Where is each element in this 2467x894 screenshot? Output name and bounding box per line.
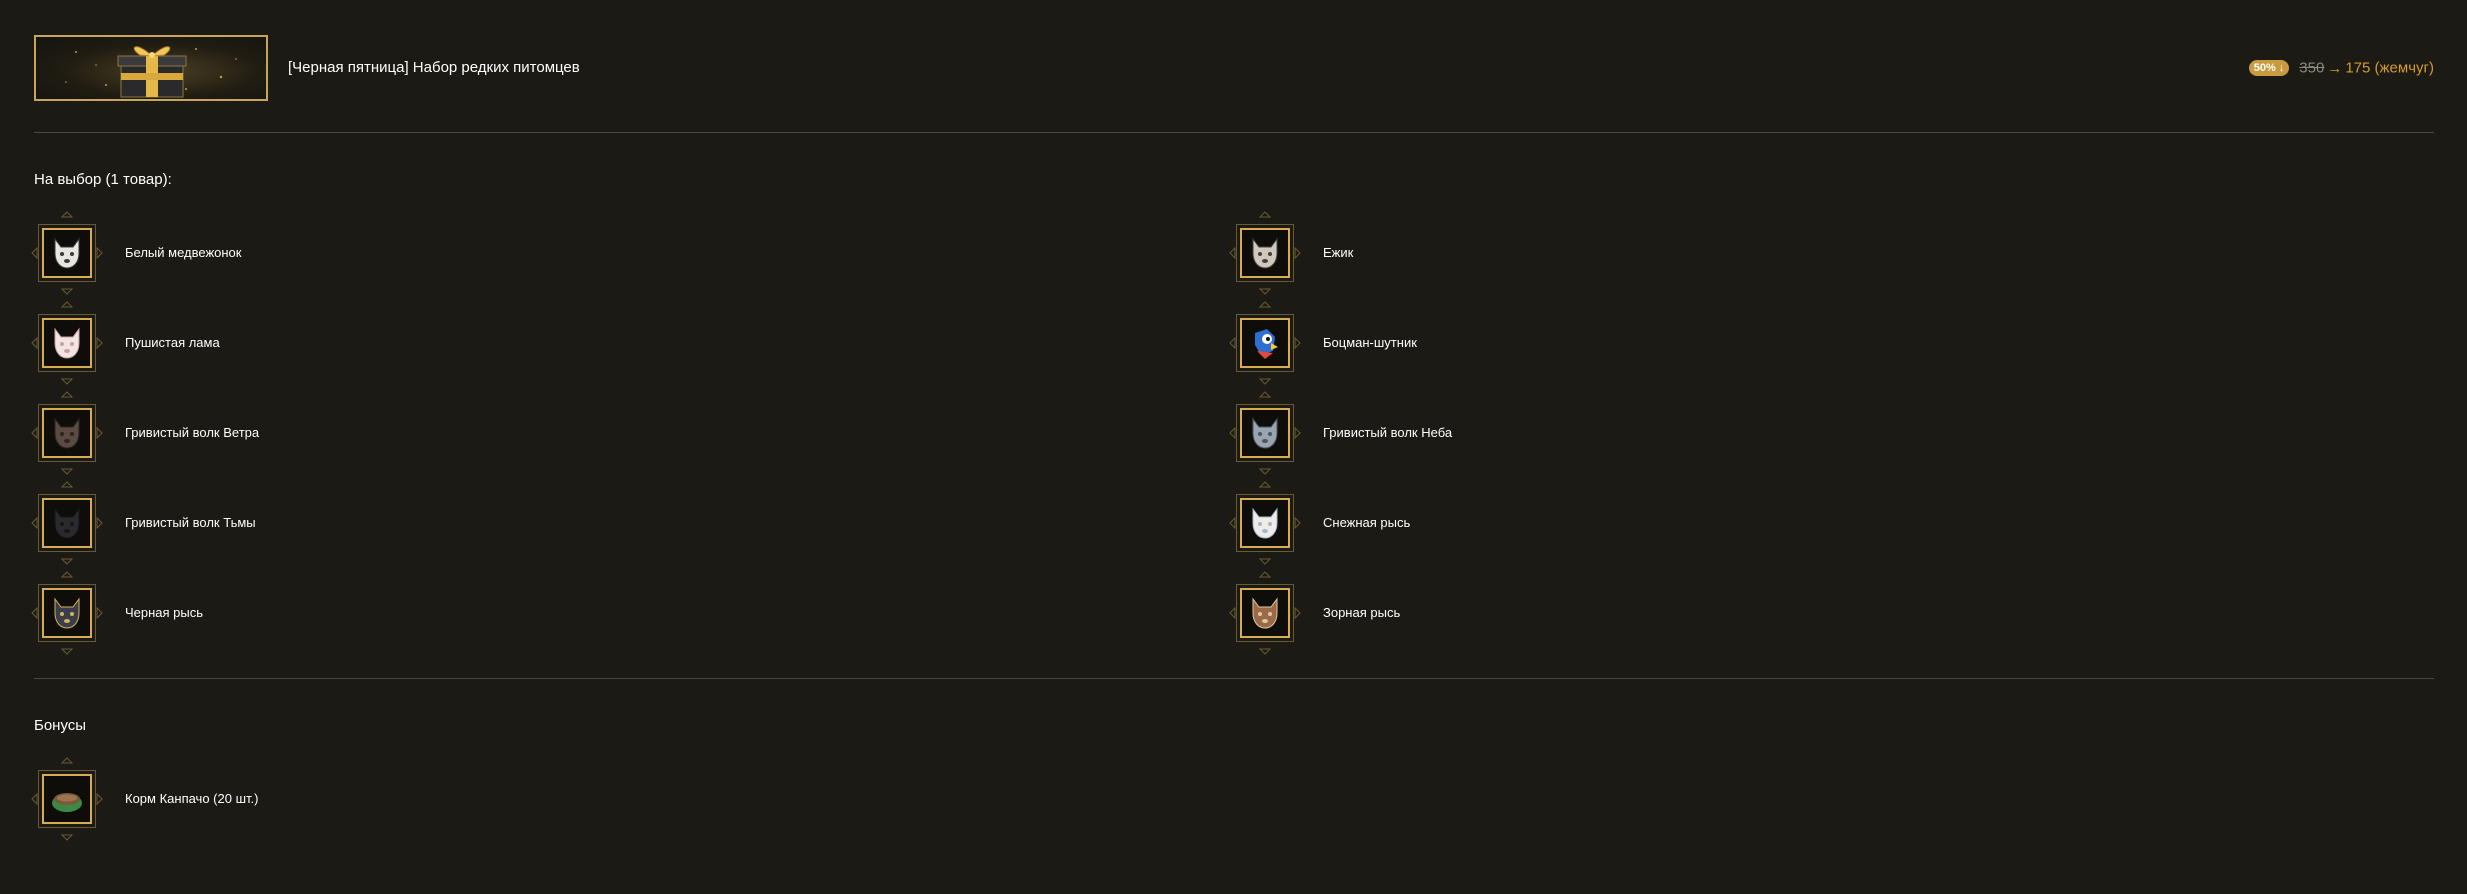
- item-frame: [38, 494, 96, 552]
- price-block: 50% ↓ 350 → 175 (жемчуг): [2248, 59, 2434, 77]
- item-slot[interactable]: [31, 571, 103, 655]
- item-label: Корм Канпачо (20 шт.): [125, 791, 259, 806]
- item-frame: [1236, 584, 1294, 642]
- old-price: 350: [2299, 59, 2325, 77]
- sky-wolf-icon: [1240, 408, 1290, 458]
- item-label: Пушистая лама: [125, 335, 220, 350]
- new-price: 175 (жемчуг): [2345, 59, 2434, 77]
- header-divider: [34, 132, 2434, 133]
- item-label: Снежная рысь: [1323, 515, 1411, 530]
- item-frame: [38, 770, 96, 828]
- item-label: Черная рысь: [125, 605, 204, 620]
- item-label: Гривистый волк Неба: [1323, 425, 1453, 440]
- item-slot[interactable]: [31, 301, 103, 385]
- item-label: Боцман-шутник: [1323, 335, 1417, 350]
- item-slot[interactable]: [31, 391, 103, 475]
- hedgehog-icon: [1240, 228, 1290, 278]
- gift-box-banner: [34, 35, 268, 101]
- item-label: Гривистый волк Ветра: [125, 425, 260, 440]
- package-title: [Черная пятница] Набор редких питомцев: [288, 59, 580, 76]
- item-slot[interactable]: [1229, 301, 1301, 385]
- item-hedgehog[interactable]: Ежик: [1229, 211, 1832, 295]
- item-black-lynx[interactable]: Черная рысь: [31, 571, 634, 655]
- item-slot[interactable]: [1229, 391, 1301, 475]
- discount-badge: 50% ↓: [2248, 60, 2290, 77]
- item-slot[interactable]: [1229, 211, 1301, 295]
- item-parrot[interactable]: Боцман-шутник: [1229, 301, 1832, 385]
- bonus-section-title: Бонусы: [34, 717, 87, 734]
- item-dark-wolf[interactable]: Гривистый волк Тьмы: [31, 481, 634, 565]
- package-header: [Черная пятница] Набор редких питомцев 5…: [34, 35, 2434, 101]
- item-frame: [1236, 224, 1294, 282]
- dawn-lynx-icon: [1240, 588, 1290, 638]
- item-frame: [38, 314, 96, 372]
- item-frame: [1236, 314, 1294, 372]
- item-frame: [38, 224, 96, 282]
- price-arrow: →: [2327, 59, 2343, 77]
- choice-section-title: На выбор (1 товар):: [34, 171, 172, 188]
- bonus-divider: [34, 678, 2434, 679]
- package-detail-page: [Черная пятница] Набор редких питомцев 5…: [0, 0, 2467, 894]
- gift-box-icon: [65, 46, 237, 98]
- pet-food-bowl-icon: [42, 774, 92, 824]
- item-pet-food-bowl[interactable]: Корм Канпачо (20 шт.): [31, 757, 634, 841]
- item-slot[interactable]: [1229, 571, 1301, 655]
- item-label: Гривистый волк Тьмы: [125, 515, 256, 530]
- item-label: Ежик: [1323, 245, 1354, 260]
- item-slot[interactable]: [31, 757, 103, 841]
- item-label: Белый медвежонок: [125, 245, 242, 260]
- item-white-bear-cub[interactable]: Белый медвежонок: [31, 211, 634, 295]
- item-frame: [38, 404, 96, 462]
- item-slot[interactable]: [31, 481, 103, 565]
- item-sky-wolf[interactable]: Гривистый волк Неба: [1229, 391, 1832, 475]
- item-slot[interactable]: [31, 211, 103, 295]
- item-dawn-lynx[interactable]: Зорная рысь: [1229, 571, 1832, 655]
- dark-wolf-icon: [42, 498, 92, 548]
- item-frame: [38, 584, 96, 642]
- item-fluffy-llama[interactable]: Пушистая лама: [31, 301, 634, 385]
- black-lynx-icon: [42, 588, 92, 638]
- fluffy-llama-icon: [42, 318, 92, 368]
- parrot-icon: [1240, 318, 1290, 368]
- item-wind-wolf[interactable]: Гривистый волк Ветра: [31, 391, 634, 475]
- item-frame: [1236, 494, 1294, 552]
- item-label: Зорная рысь: [1323, 605, 1401, 620]
- item-slot[interactable]: [1229, 481, 1301, 565]
- white-bear-cub-icon: [42, 228, 92, 278]
- item-frame: [1236, 404, 1294, 462]
- snow-lynx-icon: [1240, 498, 1290, 548]
- wind-wolf-icon: [42, 408, 92, 458]
- item-snow-lynx[interactable]: Снежная рысь: [1229, 481, 1832, 565]
